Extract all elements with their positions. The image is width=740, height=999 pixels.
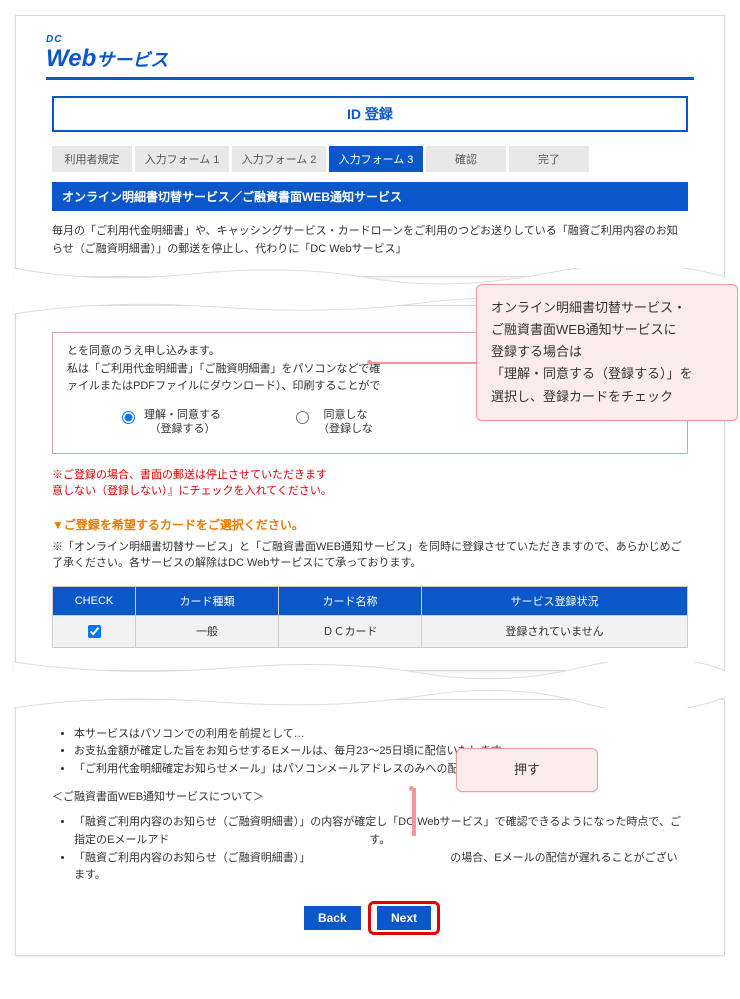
td-status: 登録されていません [422, 615, 688, 647]
radio-disagree-wrap[interactable]: 同意しな（登録しな [291, 408, 373, 437]
callout-consent: オンライン明細書切替サービス・ ご融資書面WEB通知サービスに 登録する場合は … [476, 284, 738, 420]
callout-line: ご融資書面WEB通知サービスに [491, 322, 677, 337]
back-button[interactable]: Back [304, 906, 361, 930]
torn-edge-bottom [14, 662, 726, 680]
card-select-note: ※「オンライン明細書切替サービス」と「ご融資書面WEB通知サービス」を同時に登録… [52, 539, 688, 572]
th-type: カード種類 [136, 586, 279, 615]
step-terms: 利用者規定 [52, 146, 132, 172]
step-form3: 入力フォーム 3 [329, 146, 423, 172]
note-item: 本サービスはパソコンでの利用を前提として… [74, 726, 688, 744]
panel-header: DC Webサービス ID 登録 利用者規定 入力フォーム 1 入力フォーム 2… [15, 15, 725, 277]
radio-agree-wrap[interactable]: 理解・同意する（登録する） [117, 408, 221, 437]
step-confirm: 確認 [426, 146, 506, 172]
callout-press: 押す [456, 748, 598, 792]
panel-consent: オンライン明細書切替サービス・ ご融資書面WEB通知サービスに 登録する場合は … [15, 305, 725, 670]
callout-line: 選択し、登録カードをチェック [491, 389, 673, 404]
radio-disagree-sublabel: （登録しな [318, 422, 373, 436]
card-table: CHECK カード種類 カード名称 サービス登録状況 一般 ＤＣカード 登録され… [52, 586, 688, 648]
torn-edge-top [14, 690, 726, 708]
card-checkbox[interactable] [88, 625, 101, 638]
logo-web: Web [46, 45, 96, 72]
radio-disagree[interactable] [296, 411, 309, 424]
button-row: Back Next [46, 895, 694, 953]
step-form1: 入力フォーム 1 [135, 146, 229, 172]
step-bar: 利用者規定 入力フォーム 1 入力フォーム 2 入力フォーム 3 確認 完了 [52, 146, 688, 172]
section-heading: オンライン明細書切替サービス／ご融資書面WEB通知サービス [52, 182, 688, 211]
callout-line: オンライン明細書切替サービス・ [491, 300, 686, 315]
notes-list-2: 「融資ご利用内容のお知らせ（ご融資明細書）」の内容が確定し「DC Webサービス… [52, 814, 688, 884]
radio-agree[interactable] [122, 411, 135, 424]
radio-agree-sublabel: （登録する） [144, 422, 221, 436]
td-name: ＤＣカード [279, 615, 422, 647]
radio-disagree-label: 同意しな [318, 408, 373, 422]
step-form2: 入力フォーム 2 [232, 146, 326, 172]
step-done: 完了 [509, 146, 589, 172]
callout-line: 「理解・同意する（登録する）」を [491, 366, 693, 381]
logo: DC Webサービス [46, 34, 694, 73]
table-row: 一般 ＤＣカード 登録されていません [53, 615, 688, 647]
td-type: 一般 [136, 615, 279, 647]
callout-line: 登録する場合は [491, 344, 582, 359]
th-name: カード名称 [279, 586, 422, 615]
card-select-heading: ▼ご登録を希望するカードをご選択ください。 [52, 516, 688, 533]
callout-leader [412, 788, 416, 836]
logo-svc: サービス [96, 50, 168, 70]
intro-text: 毎月の「ご利用代金明細書」や、キャッシングサービス・カードローンをご利用のつどお… [52, 223, 688, 258]
note-item: 「融資ご利用内容のお知らせ（ご融資明細書）」の内容が確定し「DC Webサービス… [74, 814, 688, 849]
divider [46, 77, 694, 80]
th-status: サービス登録状況 [422, 586, 688, 615]
th-check: CHECK [53, 586, 136, 615]
next-button[interactable]: Next [377, 906, 431, 930]
logo-dc: DC [46, 34, 168, 45]
next-highlight: Next [368, 901, 440, 935]
radio-agree-label: 理解・同意する [144, 408, 221, 422]
note-item: 「融資ご利用内容のお知らせ（ご融資明細書）」の場合、Eメールの配信が遅れることが… [74, 850, 688, 885]
page-title: ID 登録 [52, 96, 688, 132]
warning-text: ※ご登録の場合、書面の郵送は停止させていただきます 意しない（登録しない）』にチ… [52, 466, 688, 498]
panel-notes: 押す 本サービスはパソコンでの利用を前提として… お支払金額が確定した旨をお知ら… [15, 699, 725, 956]
